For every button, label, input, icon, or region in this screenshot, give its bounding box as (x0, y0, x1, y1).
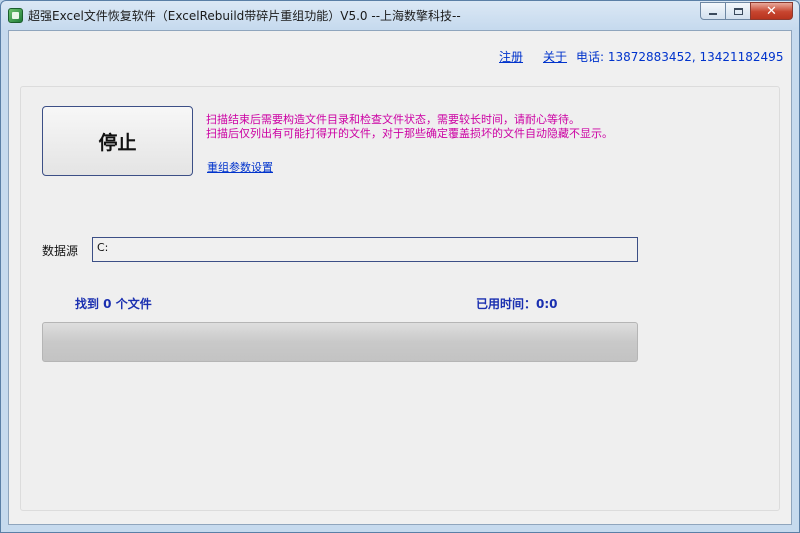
scan-info-line-2: 扫描后仅列出有可能打得开的文件，对于那些确定覆盖损坏的文件自动隐藏不显示。 (206, 127, 613, 140)
close-button[interactable]: ✕ (750, 2, 793, 20)
excel-app-icon (8, 8, 23, 23)
close-icon: ✕ (766, 3, 777, 19)
rebuild-settings-link[interactable]: 重组参数设置 (207, 159, 273, 175)
maximize-icon (733, 7, 743, 15)
minimize-icon (709, 13, 717, 15)
scan-progress-bar (42, 322, 638, 362)
files-found-status: 找到 0 个文件 (75, 297, 152, 311)
about-link[interactable]: 关于 (543, 48, 567, 65)
elapsed-time-status: 已用时间：0:0 (476, 297, 558, 311)
caption-buttons: ✕ (700, 2, 793, 20)
data-source-field[interactable]: C: (92, 237, 638, 262)
phone-text: 电话: 13872883452, 13421182495 (576, 50, 784, 64)
maximize-button[interactable] (725, 2, 751, 20)
data-source-label: 数据源 (42, 244, 79, 258)
title-bar[interactable]: 超强Excel文件恢复软件（ExcelRebuild带碎片重组功能）V5.0 -… (1, 1, 799, 29)
minimize-button[interactable] (700, 2, 726, 20)
window-title: 超强Excel文件恢复软件（ExcelRebuild带碎片重组功能）V5.0 -… (28, 9, 461, 23)
register-link[interactable]: 注册 (499, 48, 523, 65)
stop-button[interactable]: 停止 (42, 106, 193, 176)
